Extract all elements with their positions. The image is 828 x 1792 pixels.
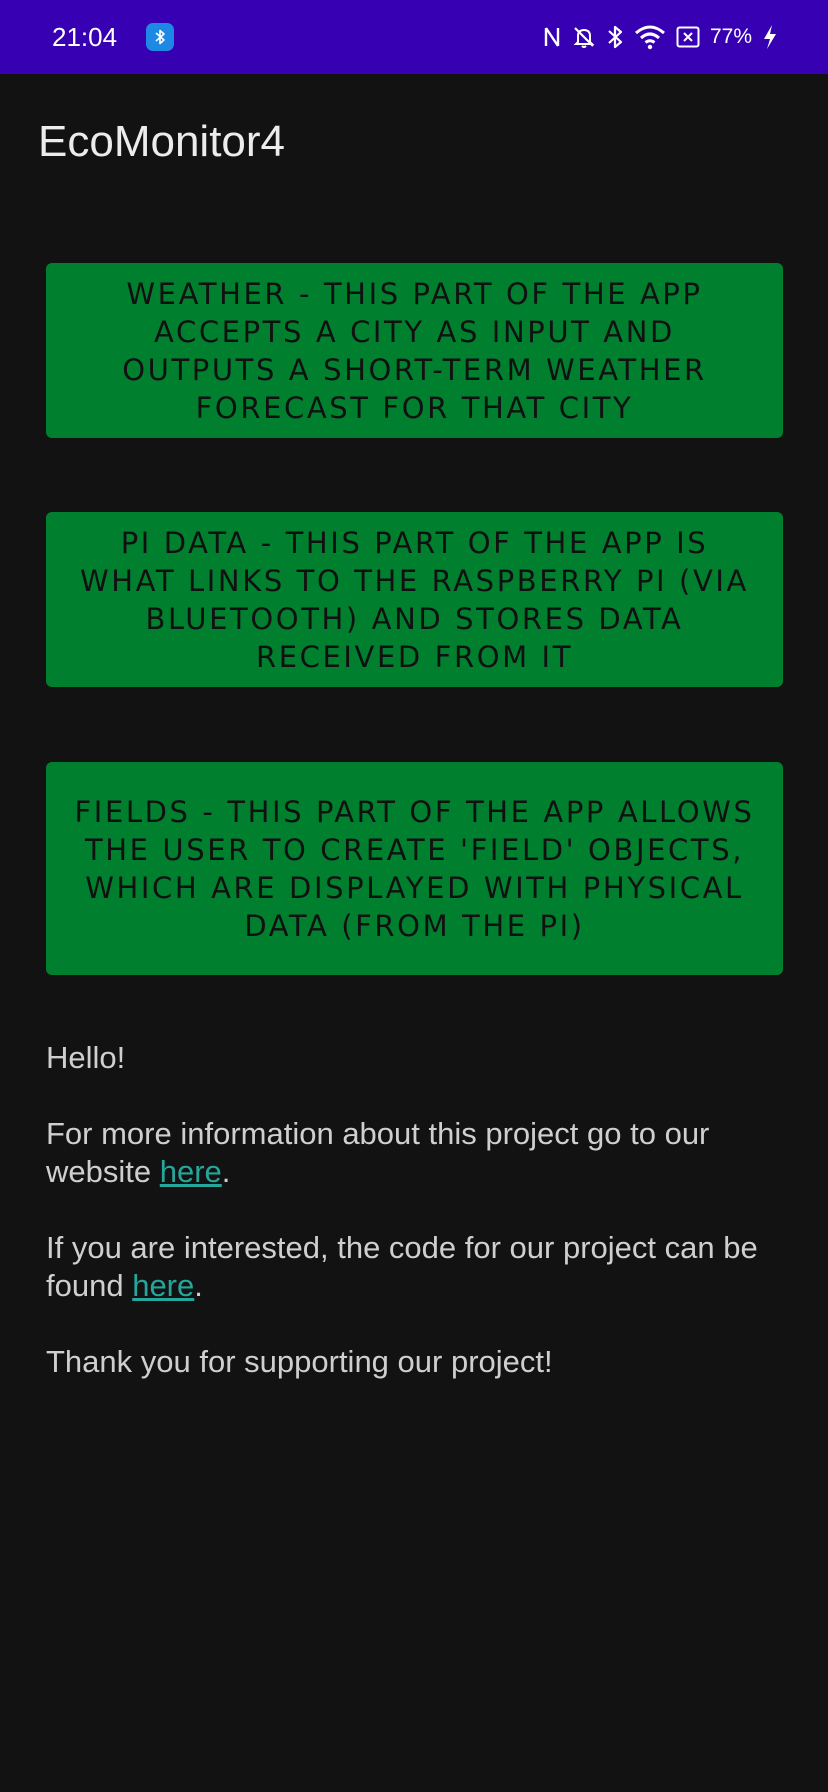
status-icons: 77%	[542, 22, 778, 52]
bell-muted-icon	[572, 25, 596, 49]
no-sim-icon	[676, 26, 700, 48]
wifi-icon	[634, 24, 666, 50]
nfc-icon	[542, 25, 562, 49]
bluetooth-badge-icon	[146, 23, 174, 51]
code-info-text: If you are interested, the code for our …	[46, 1229, 786, 1305]
status-time: 21:04	[52, 22, 118, 52]
weather-button[interactable]: WEATHER - THIS PART OF THE APP ACCEPTS A…	[46, 263, 783, 438]
battery-charging-icon	[762, 24, 778, 50]
code-info-suffix: .	[194, 1268, 203, 1303]
website-info-text: For more information about this project …	[46, 1115, 786, 1191]
thanks-text: Thank you for supporting our project!	[46, 1344, 553, 1379]
fields-button-label: FIELDS - THIS PART OF THE APP ALLOWS THE…	[74, 794, 755, 943]
battery-percentage: 77%	[709, 25, 752, 48]
code-link[interactable]: here	[132, 1268, 194, 1303]
weather-button-label: WEATHER - THIS PART OF THE APP ACCEPTS A…	[122, 276, 707, 425]
website-link[interactable]: here	[160, 1154, 222, 1189]
status-bar: 21:04 77%	[0, 0, 828, 74]
app-title: EcoMonitor4	[38, 117, 286, 166]
pi-data-button[interactable]: PI DATA - THIS PART OF THE APP IS WHAT L…	[46, 512, 783, 687]
website-info-prefix: For more information about this project …	[46, 1116, 710, 1189]
fields-button[interactable]: FIELDS - THIS PART OF THE APP ALLOWS THE…	[46, 762, 783, 975]
website-info-suffix: .	[221, 1154, 231, 1189]
pi-data-button-label: PI DATA - THIS PART OF THE APP IS WHAT L…	[80, 525, 749, 674]
hello-text: Hello!	[46, 1040, 126, 1075]
bluetooth-icon	[606, 24, 624, 50]
